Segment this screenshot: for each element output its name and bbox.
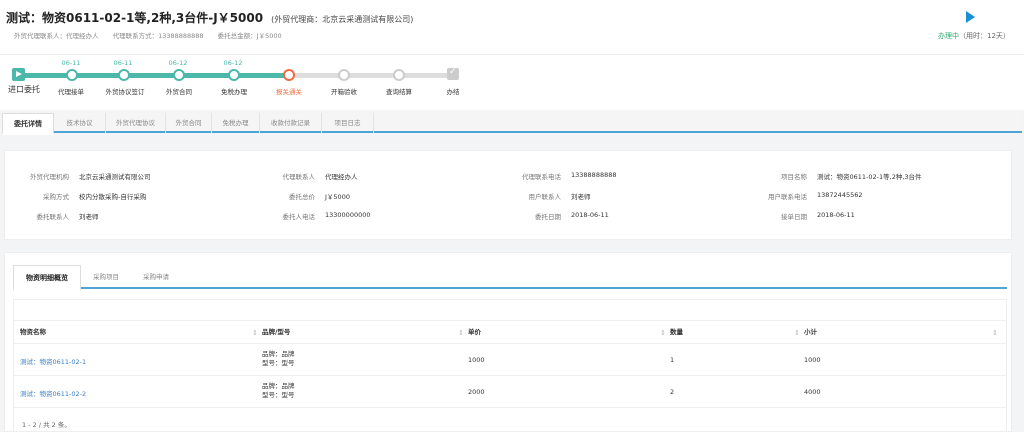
- step-label: 外贸协议签订: [105, 88, 145, 96]
- table-header-row: [14, 320, 1006, 344]
- play-icon[interactable]: [966, 11, 975, 23]
- step-date: 06-12: [168, 59, 188, 67]
- table-row: 测试：物资0611-02-2 品牌：品牌 型号：型号 2000 2 4000: [14, 376, 1006, 408]
- progress-track-pending: [289, 73, 454, 78]
- sort-icon[interactable]: ⇕: [252, 329, 258, 337]
- page-header: 测试：物资0611-02-1等,2种,3台件-J￥5000 (外贸代理商：北京云采…: [0, 0, 1024, 54]
- step-date: 06-12: [223, 59, 243, 67]
- step-date: 06-11: [61, 59, 81, 67]
- material-subtotal: 1000: [804, 356, 821, 364]
- step-node-pending[interactable]: [338, 69, 350, 81]
- step-start-icon[interactable]: [12, 68, 25, 81]
- material-name-link[interactable]: 测试：物资0611-02-1: [20, 356, 86, 366]
- step-node[interactable]: [173, 69, 185, 81]
- step-label: 查询结算: [386, 88, 412, 96]
- tab-payment-records[interactable]: 收款付款记录: [260, 113, 322, 133]
- tab-tax-exemption[interactable]: 免税办理: [212, 113, 260, 133]
- header-meta: 外贸代理联系人：代理经办人 代理联系方式：13388888888 委托总金额：J…: [14, 30, 294, 40]
- col-header-brand[interactable]: 品牌/型号: [262, 320, 290, 344]
- material-price: 2000: [468, 388, 485, 396]
- material-qty: 2: [670, 388, 675, 396]
- detail-purchase-method: 采购方式 校内分散采购-自行采购: [43, 193, 147, 201]
- total-amount-meta: 委托总金额：J￥5000: [217, 32, 282, 40]
- tab-project-log[interactable]: 项目日志: [322, 113, 374, 133]
- status-text: 办理中: [938, 32, 959, 40]
- main-tabs: 委托详情 技术协议 外贸代理协议 外贸合同 免税办理 收款付款记录 项目日志: [2, 113, 1022, 135]
- detail-agent-phone: 代理联系电话 13388888888: [522, 171, 617, 181]
- step-label: 外贸合同: [166, 88, 192, 96]
- step-label-current: 报关通关: [276, 88, 302, 96]
- process-progress: 06-11 06-11 06-12 06-12 进口委托 代理接单 外贸协议签订…: [0, 54, 1024, 110]
- agent-phone-meta: 代理联系方式：13388888888: [112, 32, 204, 40]
- step-label: 办结: [446, 88, 460, 96]
- sort-icon[interactable]: ⇕: [794, 329, 800, 337]
- materials-table: 物资名称 ⇕ 品牌/型号 ⇕ 单价 ⇕ 数量 ⇕ 小计 ⇕ 测试：物资0611-…: [13, 299, 1007, 432]
- detail-total: 委托总价 J￥5000: [289, 193, 350, 201]
- detail-accept-date: 接单日期 2018-06-11: [781, 211, 855, 221]
- materials-panel: 物资明细概览 采购项目 采购申请 物资名称 ⇕ 品牌/型号 ⇕ 单价 ⇕ 数量 …: [4, 252, 1012, 432]
- material-subtotal: 4000: [804, 388, 821, 396]
- tab-purchase-project[interactable]: 采购项目: [81, 265, 131, 289]
- detail-client-date: 委托日期 2018-06-11: [535, 211, 609, 221]
- step-label: 免税办理: [221, 88, 247, 96]
- step-node[interactable]: [118, 69, 130, 81]
- page-title: 测试：物资0611-02-1等,2种,3台件-J￥5000 (外贸代理商：北京云采…: [6, 9, 413, 26]
- step-label: 开箱验收: [331, 88, 357, 96]
- tab-tech-agreement[interactable]: 技术协议: [54, 113, 106, 133]
- detail-agent-contact: 代理联系人 代理经办人: [282, 173, 358, 181]
- agent-contact-meta: 外贸代理联系人：代理经办人: [14, 32, 99, 40]
- commission-details-panel: 外贸代理机构 北京云采通测试有限公司 采购方式 校内分散采购-自行采购 委托联系人刘…: [4, 150, 1012, 240]
- title-text: 测试：物资0611-02-1等,2种,3台件-J￥5000: [6, 11, 264, 25]
- col-header-subtotal[interactable]: 小计: [804, 320, 817, 344]
- table-row: 测试：物资0611-02-1 品牌：品牌 型号：型号 1000 1 1000: [14, 344, 1006, 376]
- material-brand: 品牌：品牌 型号：型号: [262, 350, 295, 367]
- step-node-current[interactable]: [283, 69, 295, 81]
- col-header-qty[interactable]: 数量: [670, 320, 683, 344]
- step-label: 代理接单: [58, 88, 84, 96]
- tab-purchase-request[interactable]: 采购申请: [131, 265, 181, 289]
- step-node[interactable]: [66, 69, 78, 81]
- sort-icon[interactable]: ⇕: [458, 329, 464, 337]
- materials-tabs: 物资明细概览 采购项目 采购申请: [13, 265, 1007, 291]
- step-date: 06-11: [113, 59, 133, 67]
- step-node[interactable]: [228, 69, 240, 81]
- col-header-name[interactable]: 物资名称: [20, 320, 46, 344]
- tab-materials-overview[interactable]: 物资明细概览: [13, 265, 81, 291]
- agent-subtitle: (外贸代理商：北京云采通测试有限公司): [271, 15, 414, 24]
- sort-icon[interactable]: ⇕: [660, 329, 666, 337]
- detail-user-phone: 用户联系电话 13872445562: [768, 191, 863, 201]
- detail-project-name: 项目名称 测试：物资0611-02-1等,2种,3台件: [781, 173, 922, 181]
- detail-agent-org: 外贸代理机构 北京云采通测试有限公司: [30, 173, 151, 181]
- material-name-link[interactable]: 测试：物资0611-02-2: [20, 388, 86, 398]
- status-badge: 办理中（用时：12天）: [938, 31, 1010, 41]
- progress-track-done: [18, 73, 289, 78]
- elapsed-time: （用时：12天）: [959, 32, 1010, 40]
- material-brand: 品牌：品牌 型号：型号: [262, 382, 295, 399]
- detail-client-phone: 委托人电话 13300000000: [282, 211, 371, 221]
- tab-contract[interactable]: 外贸合同: [166, 113, 212, 133]
- material-qty: 1: [670, 356, 675, 364]
- detail-client-contact: 委托联系人 刘老师: [36, 213, 99, 221]
- material-price: 1000: [468, 356, 485, 364]
- sort-icon[interactable]: ⇕: [992, 329, 998, 337]
- tab-agency-agreement[interactable]: 外贸代理协议: [106, 113, 166, 133]
- step-node-pending[interactable]: [393, 69, 405, 81]
- col-header-price[interactable]: 单价: [468, 320, 481, 344]
- pagination-summary: 1 - 2 / 共 2 条。: [22, 421, 71, 429]
- tab-commission-details[interactable]: 委托详情: [2, 113, 54, 135]
- step-label: 进口委托: [8, 85, 40, 94]
- detail-user-contact: 用户联系人 刘老师: [528, 193, 591, 201]
- step-end-check-icon[interactable]: [447, 67, 459, 80]
